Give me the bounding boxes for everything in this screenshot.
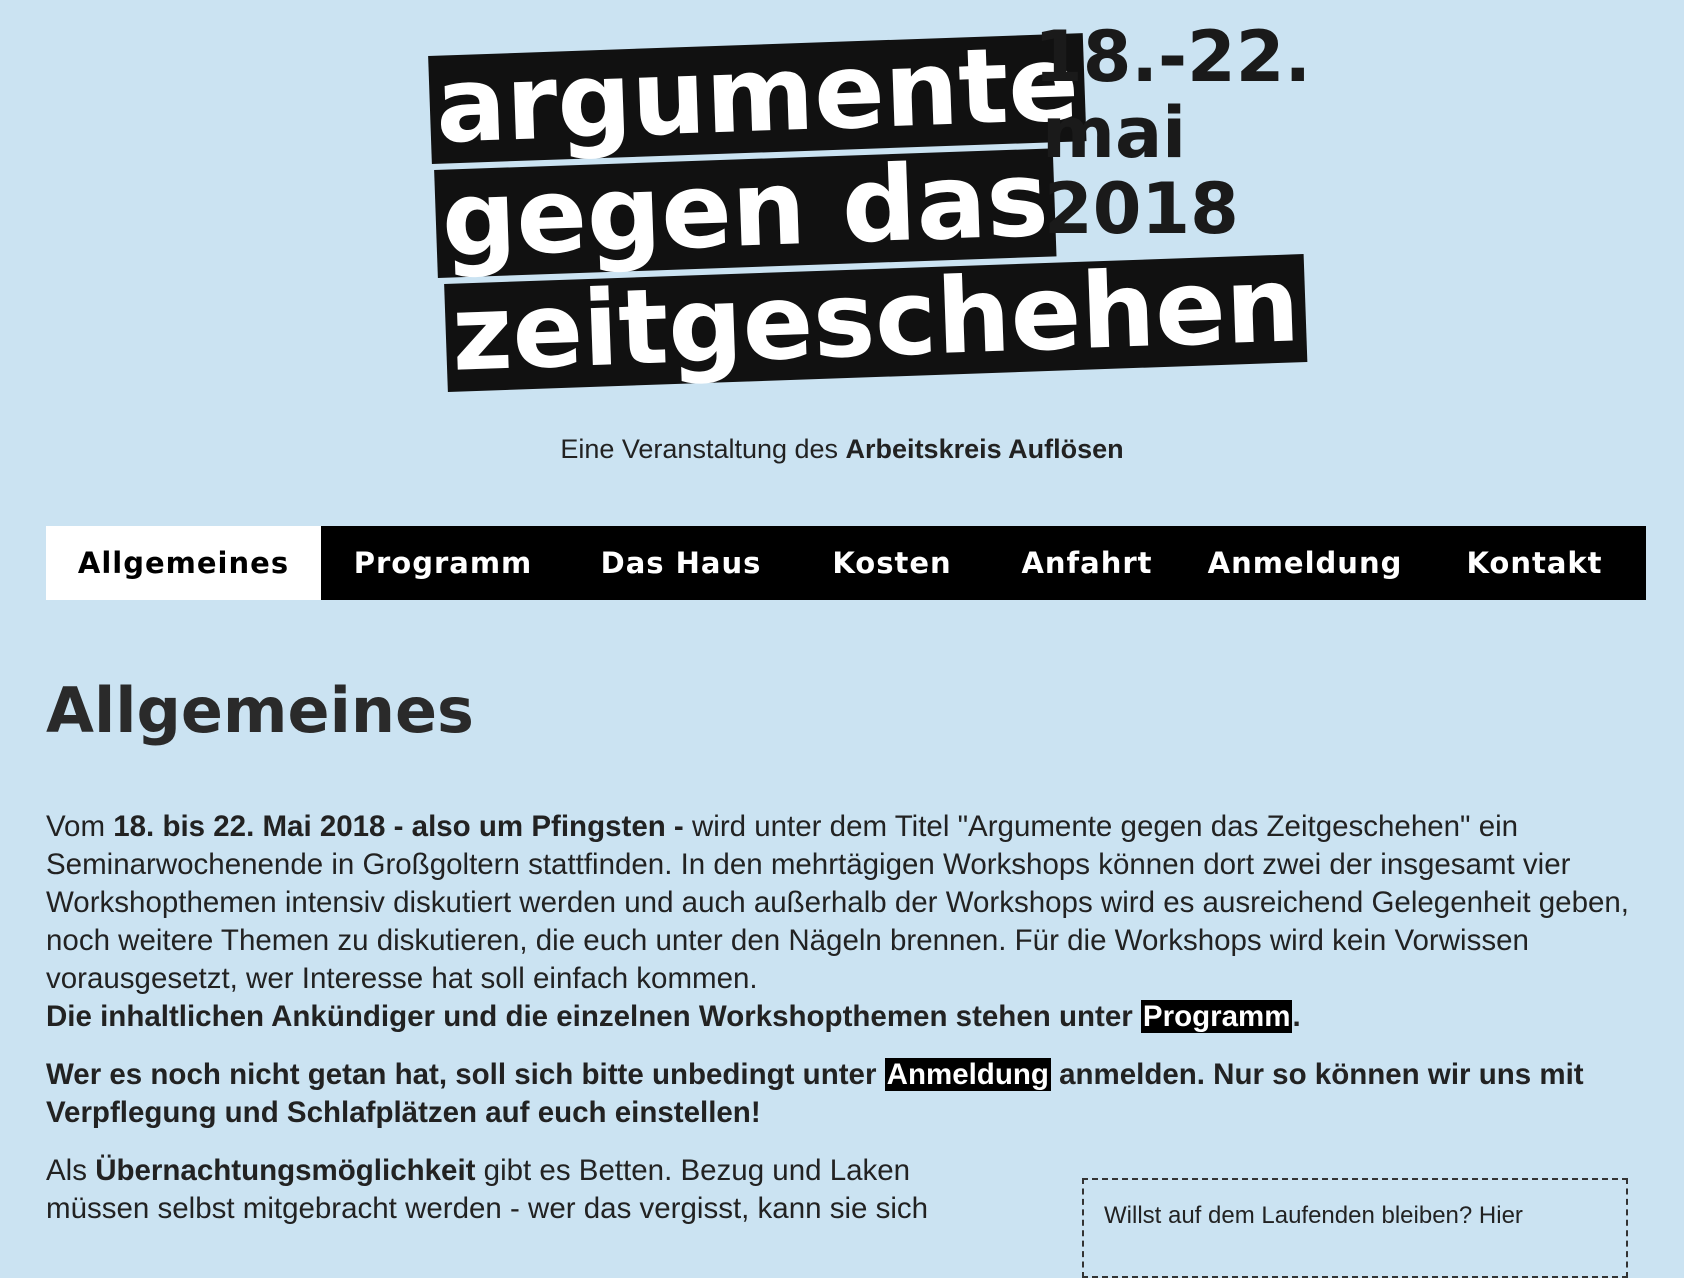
intro-date-emphasis: 18. bis 22. Mai 2018 - also um Pfingsten… (113, 810, 684, 843)
program-hint-end: . (1292, 1000, 1301, 1033)
subtitle-prefix: Eine Veranstaltung des (560, 434, 846, 464)
nav-item-kontakt[interactable]: Kontakt (1423, 526, 1646, 600)
registration-text-start: Wer es noch nicht getan hat, soll sich b… (46, 1058, 885, 1091)
main-navigation: Allgemeines Programm Das Haus Kosten Anf… (46, 526, 1646, 600)
site-subtitle: Eine Veranstaltung des Arbeitskreis Aufl… (0, 434, 1684, 465)
newsletter-text: Willst auf dem Laufenden bleiben? Hier (1104, 1202, 1523, 1229)
site-logo[interactable]: argumente gegen das zeitgeschehen 18.-22… (428, 22, 1311, 402)
nav-item-anmeldung[interactable]: Anmeldung (1187, 526, 1423, 600)
program-hint: Die inhaltlichen Ankündiger und die einz… (46, 1000, 1141, 1033)
logo-date-month: mai (1042, 92, 1187, 174)
accommodation-emphasis: Übernachtungsmöglichkeit (95, 1154, 476, 1187)
newsletter-box: Willst auf dem Laufenden bleiben? Hier (1082, 1178, 1628, 1278)
logo-date-range: 18.-22. (1034, 16, 1312, 98)
nav-item-allgemeines[interactable]: Allgemeines (46, 526, 321, 600)
intro-text-start: Vom (46, 810, 114, 843)
anmeldung-link[interactable]: Anmeldung (884, 1058, 1051, 1091)
accommodation-text-start: Als (46, 1154, 96, 1187)
programm-link[interactable]: Programm (1140, 1000, 1293, 1033)
subtitle-organizer: Arbeitskreis Auflösen (845, 434, 1124, 464)
nav-item-anfahrt[interactable]: Anfahrt (987, 526, 1187, 600)
page-title: Allgemeines (46, 674, 474, 747)
nav-item-programm[interactable]: Programm (321, 526, 565, 600)
intro-paragraph: Vom 18. bis 22. Mai 2018 - also um Pfing… (46, 808, 1646, 1036)
nav-item-kosten[interactable]: Kosten (797, 526, 987, 600)
logo-date-year: 2018 (1044, 168, 1239, 250)
accommodation-paragraph: Als Übernachtungsmöglichkeit gibt es Bet… (46, 1152, 1006, 1228)
registration-paragraph: Wer es noch nicht getan hat, soll sich b… (46, 1056, 1646, 1132)
nav-item-das-haus[interactable]: Das Haus (565, 526, 797, 600)
main-content: Allgemeines Vom 18. bis 22. Mai 2018 - a… (46, 674, 1646, 1278)
logo-line-zeitgeschehen: zeitgeschehen (444, 243, 1308, 395)
